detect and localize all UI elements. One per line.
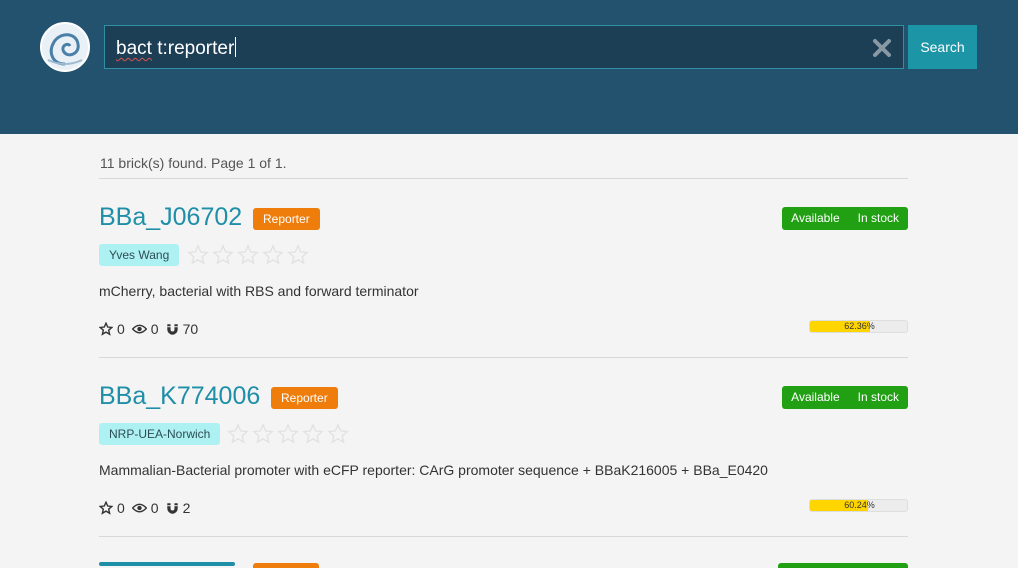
brick-name-link[interactable]: BBa_J06702	[99, 202, 242, 232]
author-badge[interactable]: NRP-UEA-Norwich	[99, 423, 221, 445]
star-icon[interactable]	[302, 423, 324, 445]
uses-stat: 70	[166, 321, 199, 337]
star-icon[interactable]	[327, 423, 349, 445]
divider	[99, 178, 908, 179]
stock-badge: In stock	[857, 390, 899, 404]
progress-label: 62.36%	[844, 321, 875, 331]
views-count: 0	[150, 500, 159, 516]
result-card: BBa_J06702 Reporter Available In stock Y…	[99, 202, 908, 372]
magnet-icon	[166, 502, 178, 514]
favorites-stat[interactable]: 0	[99, 321, 125, 337]
star-icon[interactable]	[252, 423, 274, 445]
favorites-stat[interactable]: 0	[99, 500, 125, 516]
divider	[99, 357, 908, 358]
star-outline-icon	[99, 322, 113, 336]
eye-icon	[131, 503, 147, 513]
search-button[interactable]: Search	[908, 25, 977, 69]
rating-stars[interactable]	[227, 423, 352, 447]
search-input[interactable]: bact t:reporter	[104, 25, 904, 69]
score-progress-bar: 62.36%	[809, 320, 908, 333]
favorites-count: 0	[117, 500, 125, 516]
type-badge[interactable]: Reporter	[271, 387, 338, 409]
stock-badge: In stock	[857, 211, 899, 225]
views-count: 0	[150, 321, 159, 337]
search-query-misspelled: bact	[116, 38, 152, 59]
brick-name-link[interactable]	[99, 560, 239, 568]
availability-badge: Available	[791, 211, 840, 225]
brick-name-link[interactable]: BBa_K774006	[99, 381, 260, 411]
search-query-rest: t:reporter	[151, 38, 235, 59]
star-icon[interactable]	[187, 244, 209, 266]
eye-icon	[131, 324, 147, 334]
star-icon[interactable]	[262, 244, 284, 266]
status-badge: Available In stock	[782, 207, 908, 230]
search-query-text[interactable]: bact t:reporter	[116, 37, 237, 60]
magnet-icon	[166, 323, 178, 335]
views-stat: 0	[131, 500, 159, 516]
uses-count: 70	[182, 321, 199, 337]
star-icon[interactable]	[212, 244, 234, 266]
rating-stars[interactable]	[187, 244, 312, 268]
brick-description: mCherry, bacterial with RBS and forward …	[99, 283, 419, 299]
star-icon[interactable]	[287, 244, 309, 266]
star-outline-icon	[99, 501, 113, 515]
status-badge: Available In stock	[782, 386, 908, 409]
favorites-count: 0	[117, 321, 125, 337]
star-icon[interactable]	[277, 423, 299, 445]
star-icon[interactable]	[227, 423, 249, 445]
top-header: bact t:reporter Search	[0, 0, 1018, 134]
result-card-partial	[99, 560, 908, 568]
text-caret	[235, 37, 237, 57]
brick-stats: 0 0 70	[99, 321, 205, 337]
uses-stat: 2	[166, 500, 191, 516]
result-card: BBa_K774006 Reporter Available In stock …	[99, 381, 908, 551]
type-badge[interactable]: Reporter	[253, 208, 320, 230]
views-stat: 0	[131, 321, 159, 337]
logo-icon[interactable]	[40, 22, 90, 72]
clear-search-icon[interactable]	[871, 37, 893, 59]
uses-count: 2	[182, 500, 191, 516]
progress-label: 60.24%	[844, 500, 875, 510]
star-icon[interactable]	[237, 244, 259, 266]
result-count: 11 brick(s) found. Page 1 of 1.	[100, 155, 287, 171]
type-badge[interactable]	[253, 563, 319, 568]
availability-badge: Available	[791, 390, 840, 404]
score-progress-bar: 60.24%	[809, 499, 908, 512]
brick-description: Mammalian-Bacterial promoter with eCFP r…	[99, 462, 768, 478]
author-badge[interactable]: Yves Wang	[99, 244, 180, 266]
brick-stats: 0 0 2	[99, 500, 197, 516]
divider	[99, 536, 908, 537]
status-badge	[778, 563, 908, 568]
